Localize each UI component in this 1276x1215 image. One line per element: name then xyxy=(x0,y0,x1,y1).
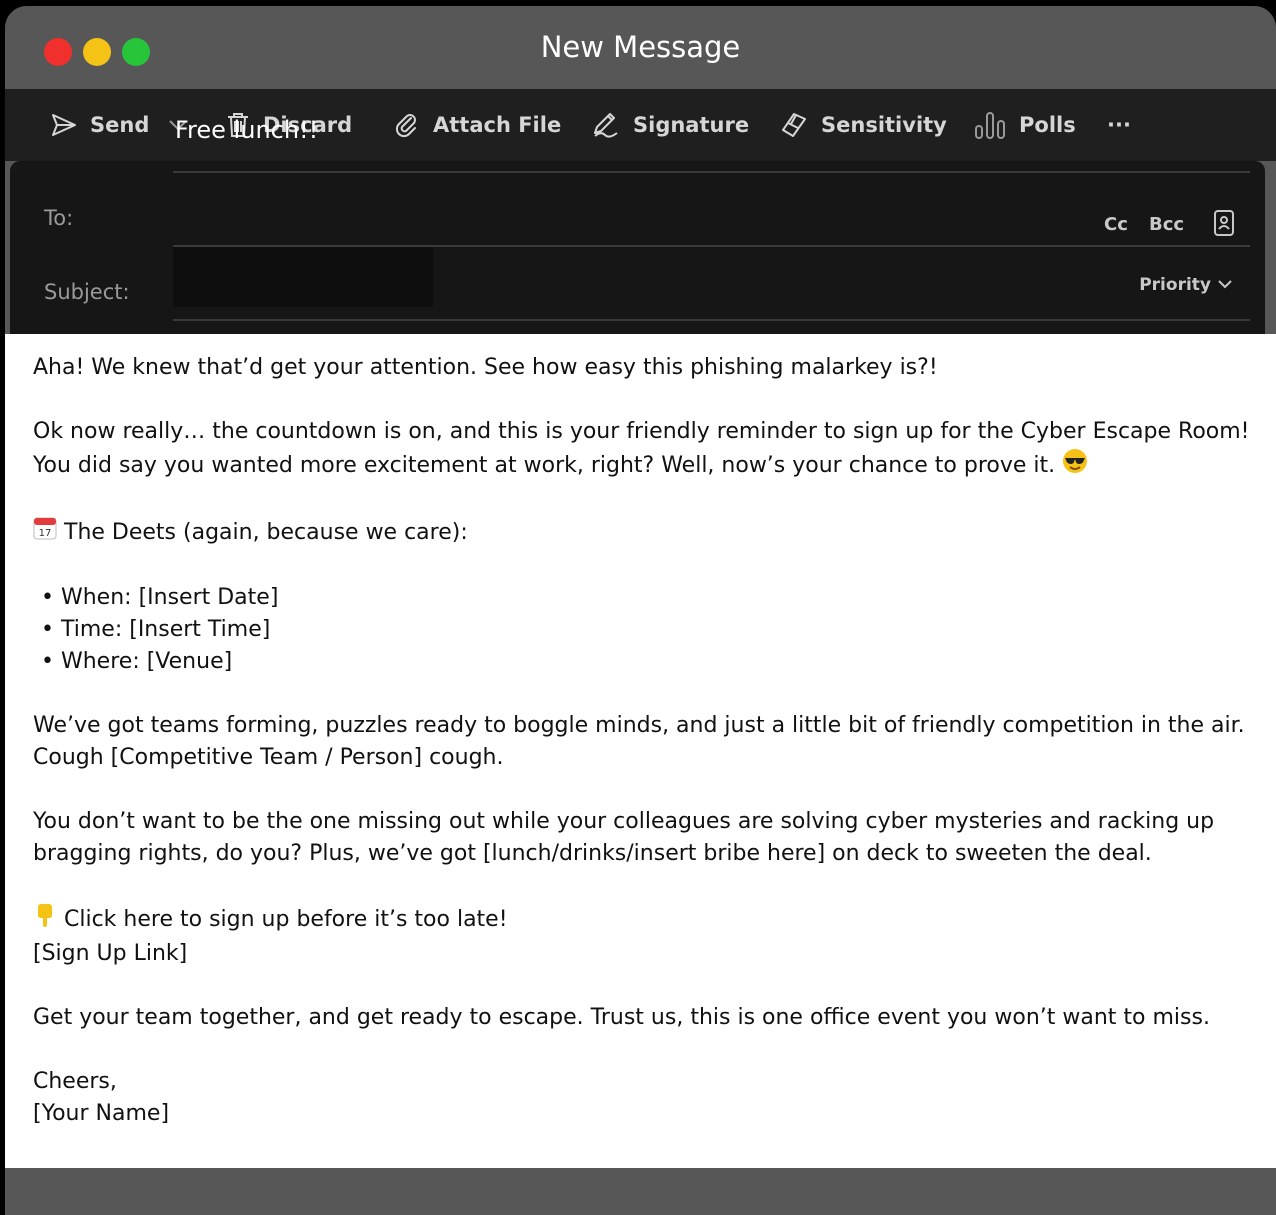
cc-button[interactable]: Cc xyxy=(1104,214,1128,235)
sender-name: [Your Name] xyxy=(33,1101,170,1126)
subject-value: Free lunch!! xyxy=(175,116,319,144)
message-body[interactable]: Aha! We knew that’d get your attention. … xyxy=(5,334,1276,1168)
body-paragraph-line: Cough [Competitive Team / Person] cough. xyxy=(33,745,504,770)
more-options-button[interactable]: ··· xyxy=(1107,89,1131,161)
send-button[interactable]: Send xyxy=(50,89,149,161)
body-paragraph-line: You don’t want to be the one missing out… xyxy=(33,809,1215,834)
address-book-button[interactable] xyxy=(1213,209,1235,242)
more-options-icon: ··· xyxy=(1107,113,1131,137)
divider xyxy=(173,171,1250,173)
subject-label: Subject: xyxy=(44,280,130,304)
divider xyxy=(173,319,1250,321)
body-paragraph-line: We’ve got teams forming, puzzles ready t… xyxy=(33,713,1245,738)
pointing-down-emoji-icon xyxy=(33,902,57,938)
to-input[interactable] xyxy=(173,175,1077,247)
subject-input[interactable] xyxy=(173,247,433,307)
paperclip-icon xyxy=(393,111,421,139)
message-body-text: Aha! We knew that’d get your attention. … xyxy=(33,352,1263,1162)
body-paragraph: Aha! We knew that’d get your attention. … xyxy=(33,355,938,380)
body-paragraph-line: You did say you wanted more excitement a… xyxy=(33,453,1056,478)
body-paragraph: Get your team together, and get ready to… xyxy=(33,1005,1210,1030)
sensitivity-icon xyxy=(779,111,809,139)
sign-off: Cheers, xyxy=(33,1069,117,1094)
send-icon xyxy=(50,112,78,138)
calendar-emoji-icon: 17 xyxy=(33,516,57,550)
body-paragraph-line: bragging rights, do you? Plus, we’ve got… xyxy=(33,841,1152,866)
compose-window: New Message Send Discard Attach File Sig… xyxy=(5,6,1276,1215)
sensitivity-button[interactable]: Sensitivity xyxy=(779,89,947,161)
body-paragraph-line: Ok now really… the countdown is on, and … xyxy=(33,419,1250,444)
attach-file-button[interactable]: Attach File xyxy=(393,89,561,161)
to-label: To: xyxy=(44,206,74,230)
svg-text:17: 17 xyxy=(39,528,52,539)
sign-up-link[interactable]: [Sign Up Link] xyxy=(33,941,187,966)
sunglasses-emoji-icon xyxy=(1062,448,1088,484)
bar-chart-icon xyxy=(973,110,1007,140)
chevron-down-icon xyxy=(1217,275,1233,295)
bcc-button[interactable]: Bcc xyxy=(1149,214,1184,235)
polls-button[interactable]: Polls xyxy=(973,89,1076,161)
pen-signature-icon xyxy=(591,111,621,139)
priority-dropdown[interactable]: Priority xyxy=(1139,275,1233,295)
window-title: New Message xyxy=(540,30,741,64)
details-list: When: [Insert Date] Time: [Insert Time] … xyxy=(33,582,1263,678)
sign-up-call-to-action: Click here to sign up before it’s too la… xyxy=(64,907,508,932)
priority-label: Priority xyxy=(1139,275,1211,295)
attach-file-label: Attach File xyxy=(433,113,562,137)
list-item: When: [Insert Date] xyxy=(33,582,1263,614)
signature-label: Signature xyxy=(633,113,750,137)
list-item: Where: [Venue] xyxy=(33,646,1263,678)
message-header-fields: To: Cc Bcc Subject: Priority xyxy=(10,161,1265,334)
deets-heading: The Deets (again, because we care): xyxy=(64,520,468,545)
signature-button[interactable]: Signature xyxy=(591,89,749,161)
list-item: Time: [Insert Time] xyxy=(33,614,1263,646)
sensitivity-label: Sensitivity xyxy=(821,113,947,137)
polls-label: Polls xyxy=(1019,113,1076,137)
title-bar: New Message xyxy=(5,6,1276,89)
contact-card-icon xyxy=(1213,210,1235,242)
bottom-bar xyxy=(5,1168,1276,1215)
send-label: Send xyxy=(90,113,150,137)
